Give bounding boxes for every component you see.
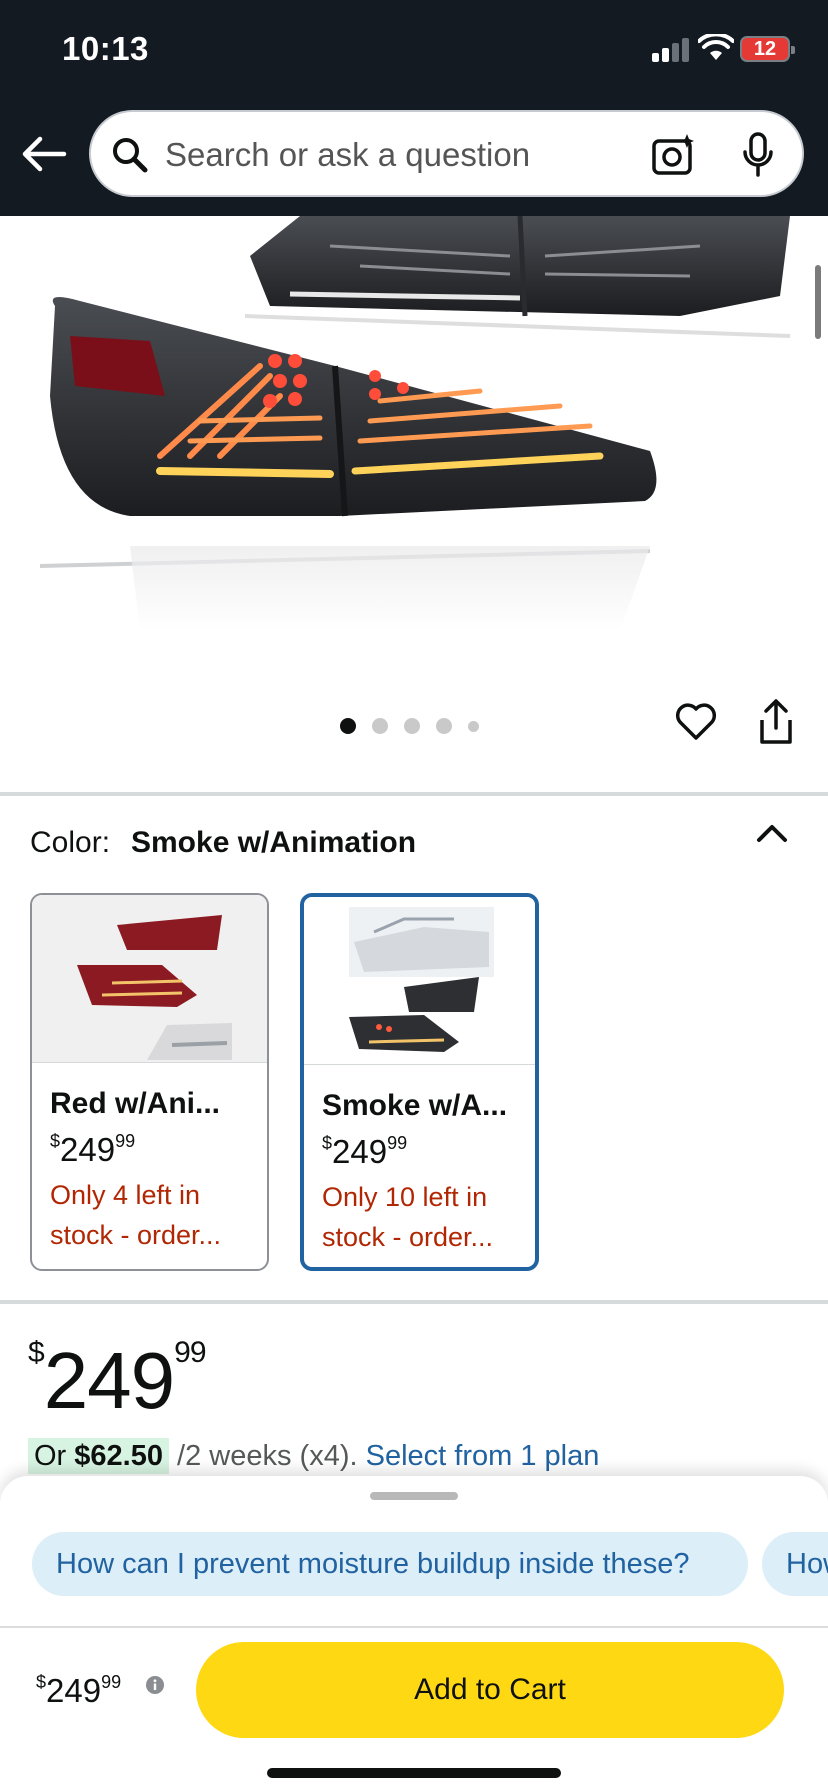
sheet-divider — [0, 1626, 828, 1628]
carousel-dot[interactable] — [468, 720, 479, 732]
microphone-icon[interactable] — [741, 132, 775, 178]
carousel-dot[interactable] — [340, 718, 356, 734]
wifi-icon — [698, 34, 734, 60]
color-label: Color: — [30, 826, 111, 859]
swatch-image — [32, 895, 267, 1063]
chevron-up-icon[interactable] — [754, 818, 790, 848]
swatch-price: $24999 — [50, 1131, 136, 1168]
status-time: 10:13 — [62, 30, 149, 67]
carousel-dot[interactable] — [436, 718, 452, 734]
swatch-stock-status: Only 10 left in stock - order... — [322, 1182, 494, 1252]
add-to-cart-button[interactable]: Add to Cart — [196, 1642, 784, 1738]
swatch-stock-status: Only 4 left in stock - order... — [50, 1180, 222, 1250]
wishlist-heart-icon[interactable] — [674, 700, 718, 744]
search-input[interactable]: Search or ask a question — [165, 136, 530, 174]
question-chip[interactable]: How — [762, 1532, 828, 1596]
search-bar[interactable]: Search or ask a question — [89, 110, 804, 197]
question-chip[interactable]: How can I prevent moisture buildup insid… — [32, 1532, 748, 1596]
tail-light-photo — [39, 216, 791, 631]
plan-highlight: Or $62.50 — [28, 1438, 169, 1474]
search-icon — [113, 138, 148, 173]
color-selected-value: Smoke w/Animation — [131, 826, 417, 859]
carousel-dot[interactable] — [372, 718, 388, 734]
color-swatch-red[interactable]: Red w/Ani... $24999 Only 4 left in stock… — [30, 893, 269, 1271]
select-plan-link[interactable]: Select from 1 plan — [366, 1440, 600, 1472]
product-image[interactable] — [0, 216, 828, 646]
cell-signal-icon — [652, 38, 690, 62]
back-arrow-icon[interactable] — [20, 132, 70, 176]
product-price: $24999 — [28, 1336, 207, 1425]
bottom-price: $24999 — [36, 1672, 122, 1709]
battery-icon: 12 — [740, 36, 795, 62]
payment-plan: Or $62.50 /2 weeks (x4). Select from 1 p… — [28, 1438, 600, 1474]
info-icon[interactable] — [146, 1676, 164, 1694]
camera-search-icon[interactable] — [651, 132, 697, 178]
scroll-indicator[interactable] — [815, 265, 821, 339]
carousel-dot[interactable] — [404, 718, 420, 734]
product-page: 10:13 12 Search or ask a question Color:… — [0, 0, 828, 1792]
sheet-drag-handle[interactable] — [370, 1492, 458, 1500]
swatch-name: Red w/Ani... — [50, 1087, 221, 1120]
image-carousel-dots[interactable] — [340, 716, 479, 736]
bottom-sheet: How can I prevent moisture buildup insid… — [0, 1476, 828, 1792]
swatch-image — [304, 897, 535, 1065]
section-divider — [0, 1300, 828, 1304]
app-header: 10:13 12 Search or ask a question — [0, 0, 828, 216]
section-divider — [0, 792, 828, 796]
swatch-price: $24999 — [322, 1133, 408, 1170]
home-indicator — [267, 1768, 561, 1778]
share-icon[interactable] — [756, 698, 796, 746]
plan-suffix: /2 weeks (x4). — [177, 1440, 358, 1472]
swatch-name: Smoke w/A... — [322, 1089, 508, 1122]
color-swatch-smoke[interactable]: Smoke w/A... $24999 Only 10 left in stoc… — [300, 893, 539, 1271]
